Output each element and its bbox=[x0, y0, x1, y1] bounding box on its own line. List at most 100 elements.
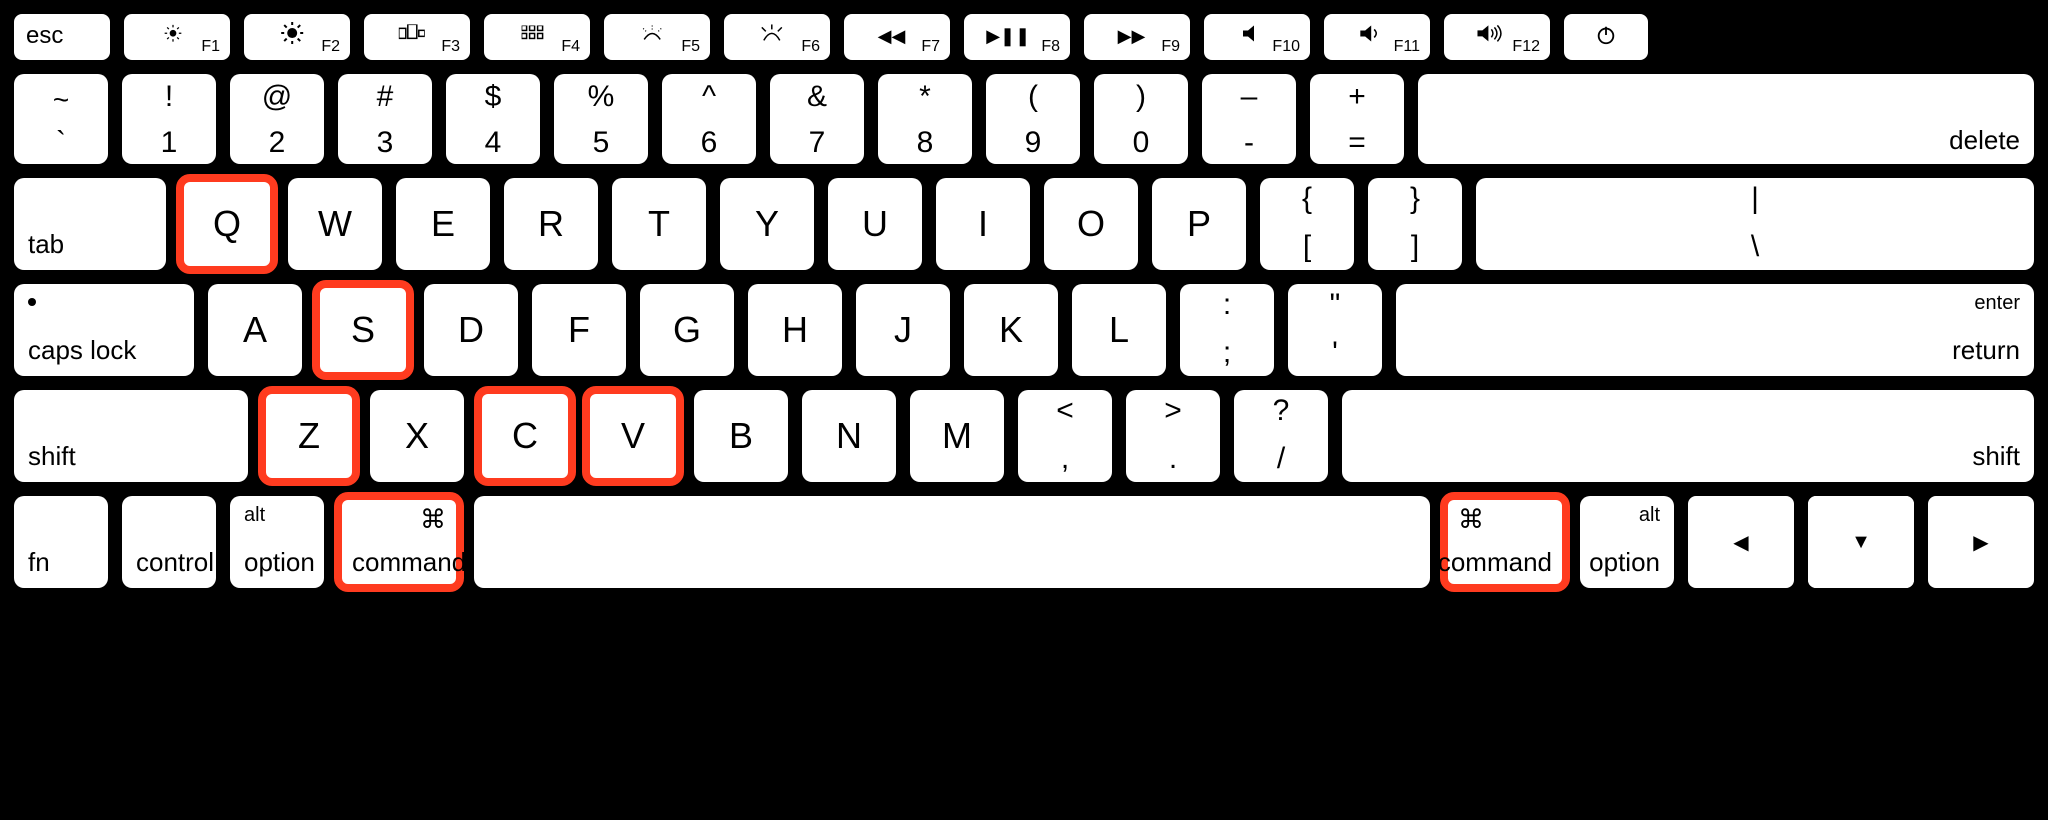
key-9[interactable]: (9 bbox=[986, 74, 1080, 164]
key-capslock[interactable]: caps lock bbox=[14, 284, 194, 376]
key-period[interactable]: >. bbox=[1126, 390, 1220, 482]
key-u[interactable]: U bbox=[828, 178, 922, 270]
key-f9[interactable]: ▶▶ F9 bbox=[1084, 14, 1190, 60]
key-bracket-left[interactable]: {[ bbox=[1260, 178, 1354, 270]
kb-light-up-icon bbox=[759, 24, 785, 47]
key-f4[interactable]: F4 bbox=[484, 14, 590, 60]
key-n[interactable]: N bbox=[802, 390, 896, 482]
key-p[interactable]: P bbox=[1152, 178, 1246, 270]
key-label: shift bbox=[28, 441, 76, 472]
key-f3[interactable]: F3 bbox=[364, 14, 470, 60]
key-arrow-right[interactable]: ▶ bbox=[1928, 496, 2034, 588]
key-comma[interactable]: <, bbox=[1018, 390, 1112, 482]
key-f[interactable]: F bbox=[532, 284, 626, 376]
key-0[interactable]: )0 bbox=[1094, 74, 1188, 164]
key-shift-right[interactable]: shift bbox=[1342, 390, 2034, 482]
mute-icon bbox=[1243, 25, 1263, 46]
key-f5[interactable]: F5 bbox=[604, 14, 710, 60]
key-o[interactable]: O bbox=[1044, 178, 1138, 270]
key-w[interactable]: W bbox=[288, 178, 382, 270]
key-tab[interactable]: tab bbox=[14, 178, 166, 270]
key-shift-left[interactable]: shift bbox=[14, 390, 248, 482]
key-v[interactable]: V bbox=[586, 390, 680, 482]
launchpad-icon bbox=[522, 25, 544, 46]
brightness-up-icon bbox=[280, 21, 304, 50]
key-label: command bbox=[1438, 547, 1552, 578]
row-zxcv: shift Z X C V B N M <, >. ?/ shift bbox=[14, 390, 2034, 482]
key-command-right[interactable]: ⌘command bbox=[1444, 496, 1566, 588]
key-label: caps lock bbox=[28, 335, 136, 366]
vol-up-icon bbox=[1477, 24, 1505, 47]
key-label: F2 bbox=[321, 38, 340, 56]
key-label: option bbox=[244, 547, 315, 578]
key-2[interactable]: @2 bbox=[230, 74, 324, 164]
key-minus[interactable]: –- bbox=[1202, 74, 1296, 164]
key-f2[interactable]: F2 bbox=[244, 14, 350, 60]
key-m[interactable]: M bbox=[910, 390, 1004, 482]
key-label: control bbox=[136, 547, 214, 578]
key-control[interactable]: control bbox=[122, 496, 216, 588]
key-esc[interactable]: esc bbox=[14, 14, 110, 60]
key-label: F9 bbox=[1161, 38, 1180, 56]
key-power[interactable] bbox=[1564, 14, 1648, 60]
key-f8[interactable]: ▶❚❚ F8 bbox=[964, 14, 1070, 60]
key-8[interactable]: *8 bbox=[878, 74, 972, 164]
key-r[interactable]: R bbox=[504, 178, 598, 270]
key-backslash[interactable]: |\ bbox=[1476, 178, 2034, 270]
key-slash[interactable]: ?/ bbox=[1234, 390, 1328, 482]
key-quote[interactable]: "' bbox=[1288, 284, 1382, 376]
key-l[interactable]: L bbox=[1072, 284, 1166, 376]
vol-down-icon bbox=[1360, 25, 1384, 46]
row-function: esc F1 F2 F3 F4 bbox=[14, 14, 2034, 60]
key-f11[interactable]: F11 bbox=[1324, 14, 1430, 60]
key-arrow-down[interactable]: ▼ bbox=[1808, 496, 1914, 588]
key-label: command bbox=[352, 547, 466, 578]
key-option-right[interactable]: altoption bbox=[1580, 496, 1674, 588]
key-h[interactable]: H bbox=[748, 284, 842, 376]
key-q[interactable]: Q bbox=[180, 178, 274, 270]
key-bracket-right[interactable]: }] bbox=[1368, 178, 1462, 270]
key-equals[interactable]: += bbox=[1310, 74, 1404, 164]
key-label: F4 bbox=[561, 38, 580, 56]
key-k[interactable]: K bbox=[964, 284, 1058, 376]
key-1[interactable]: !1 bbox=[122, 74, 216, 164]
key-fn[interactable]: fn bbox=[14, 496, 108, 588]
key-b[interactable]: B bbox=[694, 390, 788, 482]
key-5[interactable]: %5 bbox=[554, 74, 648, 164]
key-upper: ~ bbox=[53, 84, 69, 116]
key-f7[interactable]: ◀◀ F7 bbox=[844, 14, 950, 60]
key-j[interactable]: J bbox=[856, 284, 950, 376]
key-command-left[interactable]: ⌘command bbox=[338, 496, 460, 588]
key-return[interactable]: enterreturn bbox=[1396, 284, 2034, 376]
key-f6[interactable]: F6 bbox=[724, 14, 830, 60]
key-backtick[interactable]: ~ ` bbox=[14, 74, 108, 164]
brightness-down-icon bbox=[163, 23, 183, 48]
key-e[interactable]: E bbox=[396, 178, 490, 270]
key-f1[interactable]: F1 bbox=[124, 14, 230, 60]
key-6[interactable]: ^6 bbox=[662, 74, 756, 164]
key-label-upper: enter bbox=[1974, 292, 2020, 315]
key-g[interactable]: G bbox=[640, 284, 734, 376]
key-label: F12 bbox=[1512, 38, 1540, 56]
key-7[interactable]: &7 bbox=[770, 74, 864, 164]
key-c[interactable]: C bbox=[478, 390, 572, 482]
key-arrow-left[interactable]: ◀ bbox=[1688, 496, 1794, 588]
key-3[interactable]: #3 bbox=[338, 74, 432, 164]
key-s[interactable]: S bbox=[316, 284, 410, 376]
key-a[interactable]: A bbox=[208, 284, 302, 376]
key-i[interactable]: I bbox=[936, 178, 1030, 270]
key-option-left[interactable]: altoption bbox=[230, 496, 324, 588]
key-f12[interactable]: F12 bbox=[1444, 14, 1550, 60]
key-y[interactable]: Y bbox=[720, 178, 814, 270]
capslock-indicator-icon bbox=[28, 298, 36, 306]
key-t[interactable]: T bbox=[612, 178, 706, 270]
key-z[interactable]: Z bbox=[262, 390, 356, 482]
key-x[interactable]: X bbox=[370, 390, 464, 482]
key-delete[interactable]: delete bbox=[1418, 74, 2034, 164]
key-d[interactable]: D bbox=[424, 284, 518, 376]
key-f10[interactable]: F10 bbox=[1204, 14, 1310, 60]
key-semicolon[interactable]: :; bbox=[1180, 284, 1274, 376]
key-label: delete bbox=[1949, 125, 2020, 156]
key-4[interactable]: $4 bbox=[446, 74, 540, 164]
key-space[interactable] bbox=[474, 496, 1430, 588]
